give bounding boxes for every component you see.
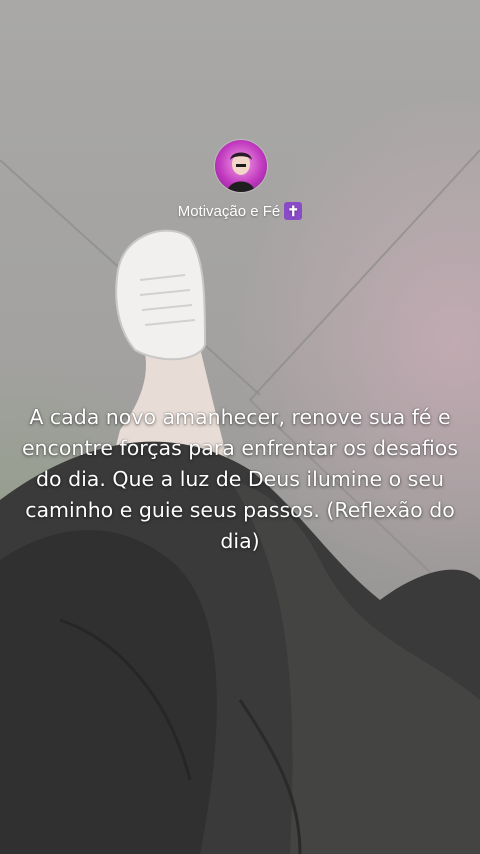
latin-cross-icon: ✝ — [284, 202, 303, 220]
story-caption: A cada novo amanhecer, renove sua fé e e… — [21, 405, 459, 553]
profile-avatar[interactable] — [215, 140, 267, 192]
avatar-portrait-icon — [227, 152, 255, 192]
story-screen: Motivação e Fé ✝ A cada novo amanhecer, … — [0, 0, 480, 854]
profile-name-label: Motivação e Fé — [177, 202, 281, 220]
profile-name[interactable]: Motivação e Fé ✝ — [0, 202, 480, 220]
